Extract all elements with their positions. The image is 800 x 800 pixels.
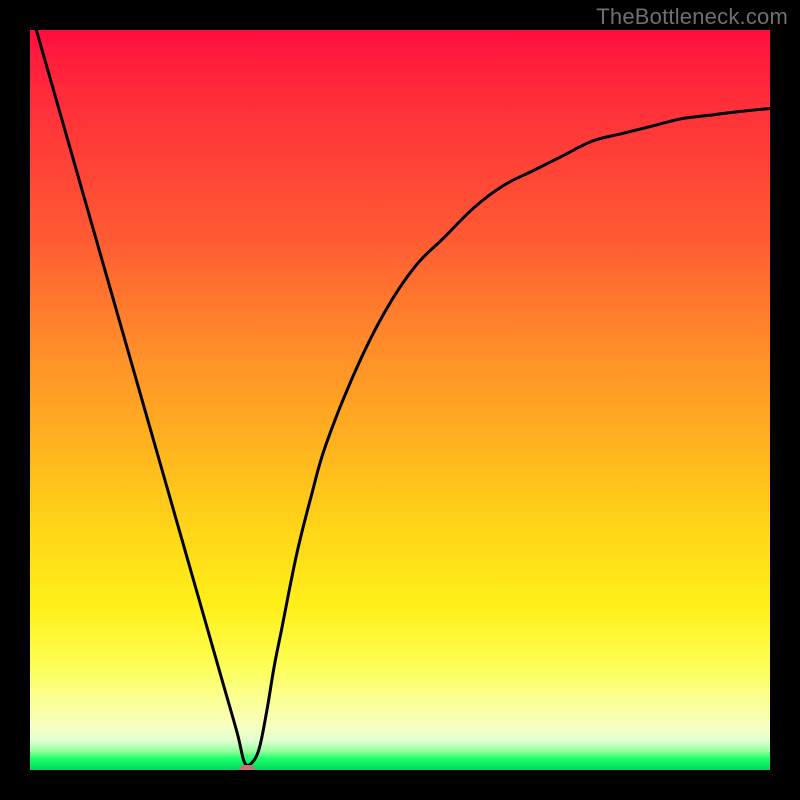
- bottleneck-curve: [30, 30, 770, 770]
- plot-area: [30, 30, 770, 770]
- chart-frame: TheBottleneck.com: [0, 0, 800, 800]
- optimum-marker: [239, 765, 255, 770]
- watermark-text: TheBottleneck.com: [596, 4, 788, 30]
